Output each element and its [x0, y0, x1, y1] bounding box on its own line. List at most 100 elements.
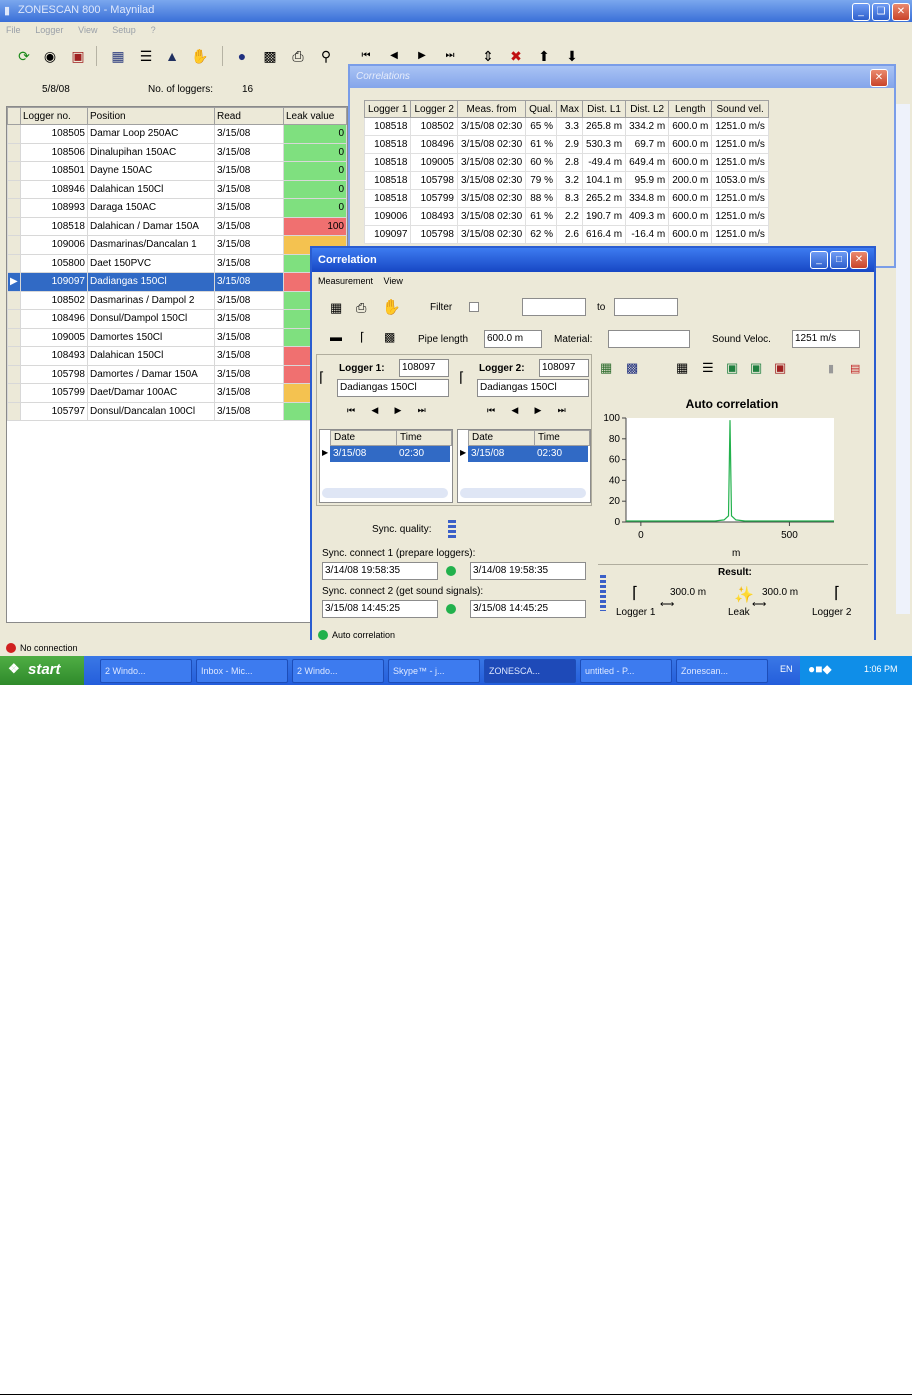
row-indicator[interactable]: [7, 309, 21, 329]
main-scrollbar[interactable]: [896, 104, 910, 614]
row-indicator[interactable]: [7, 346, 21, 366]
correlations-close-button[interactable]: ✕: [870, 69, 888, 87]
ship-icon[interactable]: ▲: [162, 46, 182, 66]
col-logger-no[interactable]: Logger no.: [20, 107, 88, 125]
logger1-date-header[interactable]: Date: [330, 430, 398, 446]
export-icon[interactable]: ▣: [726, 360, 738, 376]
table-row[interactable]: 109005 Damortes 150Cl 3/15/08: [7, 327, 347, 347]
menu-help[interactable]: ?: [151, 25, 156, 35]
close-button[interactable]: ✕: [892, 3, 910, 21]
table-row[interactable]: 108501 Dayne 150AC 3/15/08 0: [7, 161, 347, 181]
table-row[interactable]: 109006 Dasmarinas/Dancalan 1 3/15/08: [7, 235, 347, 255]
row-indicator[interactable]: [7, 161, 21, 181]
row-indicator[interactable]: [7, 327, 21, 347]
chart-icon[interactable]: ▦: [600, 360, 612, 376]
task-zonescan[interactable]: ZONESCA...: [484, 659, 576, 683]
task-zonescan-doc[interactable]: Zonescan...: [676, 659, 768, 683]
next-icon[interactable]: ▶: [535, 405, 542, 415]
table-row[interactable]: 108946 Dalahican 150Cl 3/15/08 0: [7, 179, 347, 199]
table-row[interactable]: 105797 Donsul/Dancalan 100Cl 3/15/08: [7, 401, 347, 421]
arrow-down-icon[interactable]: ⬇: [562, 46, 582, 66]
logger-icon[interactable]: ▣: [68, 46, 88, 66]
filter-checkbox[interactable]: [469, 302, 479, 312]
report-icon[interactable]: ▩: [260, 46, 280, 66]
database-icon[interactable]: ▦: [108, 46, 128, 66]
import-icon[interactable]: ▣: [750, 360, 762, 376]
menu-logger[interactable]: Logger: [35, 25, 63, 35]
logger1-time-header[interactable]: Time: [396, 430, 452, 446]
logger2-time-header[interactable]: Time: [534, 430, 590, 446]
split-icon[interactable]: ▤: [850, 362, 860, 375]
task-inbox[interactable]: Inbox - Mic...: [196, 659, 288, 683]
logger-icon[interactable]: ⌈: [360, 330, 365, 344]
dialog-close-button[interactable]: ✕: [850, 251, 868, 269]
logger2-field[interactable]: 108097: [539, 359, 589, 377]
row-indicator[interactable]: [7, 142, 21, 162]
dialog-maximize-button[interactable]: □: [830, 251, 848, 269]
globe-icon[interactable]: ●: [232, 46, 252, 66]
table-row[interactable]: 108493 Dalahican 150Cl 3/15/08: [7, 346, 347, 366]
last-icon[interactable]: ⏭: [418, 405, 426, 415]
material-field[interactable]: [608, 330, 690, 348]
maximize-button[interactable]: ❑: [872, 3, 890, 21]
prev-icon[interactable]: ◀: [371, 405, 378, 415]
logger1-date-cell[interactable]: 3/15/08: [330, 446, 396, 462]
row-indicator[interactable]: [7, 179, 21, 199]
table-row[interactable]: 105800 Daet 150PVC 3/15/08: [7, 253, 347, 273]
col-leak-value[interactable]: Leak value: [283, 107, 347, 125]
corr-col-header[interactable]: Logger 2: [410, 100, 458, 118]
prev-icon[interactable]: ◀: [511, 405, 518, 415]
corr-col-header[interactable]: Max: [556, 100, 583, 118]
col-position[interactable]: Position: [87, 107, 215, 125]
save-icon[interactable]: ▦: [330, 300, 342, 316]
logger1-scrollbar[interactable]: [322, 488, 448, 498]
grid-icon[interactable]: ▦: [676, 360, 688, 376]
delete-icon[interactable]: ▣: [774, 360, 786, 376]
task-windows-2[interactable]: 2 Windo...: [292, 659, 384, 683]
last-icon[interactable]: ⏭: [558, 405, 566, 415]
sound-veloc-field[interactable]: 1251 m/s: [792, 330, 860, 348]
hand-icon[interactable]: ✋: [190, 46, 210, 66]
tray-icons[interactable]: ●■◆: [808, 662, 832, 676]
bar-chart-icon[interactable]: ▩: [626, 360, 638, 376]
corr-col-header[interactable]: Qual.: [525, 100, 558, 118]
print-icon[interactable]: ⎙: [288, 46, 308, 66]
list-icon[interactable]: ☰: [136, 46, 156, 66]
menu-measurement[interactable]: Measurement: [318, 276, 373, 286]
table-row[interactable]: 109006 108493 3/15/08 02:30 61 % 2.2 190.7 m4…: [363, 207, 769, 226]
logger1-time-cell[interactable]: 02:30: [396, 446, 450, 462]
row-indicator[interactable]: [7, 290, 21, 310]
pin-icon[interactable]: ▮: [828, 362, 834, 375]
pipe-length-field[interactable]: 600.0 m: [484, 330, 542, 348]
logger2-date-header[interactable]: Date: [468, 430, 536, 446]
task-paint[interactable]: untitled - P...: [580, 659, 672, 683]
menu-setup[interactable]: Setup: [112, 25, 136, 35]
col-read[interactable]: Read: [214, 107, 284, 125]
next-icon[interactable]: ▶: [412, 46, 432, 66]
row-indicator[interactable]: ▶: [7, 272, 21, 292]
table-row[interactable]: 108518 Dalahican / Damar 150A 3/15/08 100: [7, 216, 347, 236]
menu-view[interactable]: View: [78, 25, 97, 35]
corr-col-header[interactable]: Sound vel.: [711, 100, 769, 118]
arrow-up-icon[interactable]: ⬆: [534, 46, 554, 66]
row-indicator[interactable]: [7, 253, 21, 273]
corr-col-header[interactable]: Dist. L2: [625, 100, 670, 118]
table-row[interactable]: 108993 Daraga 150AC 3/15/08 0: [7, 198, 347, 218]
row-indicator[interactable]: [7, 383, 21, 403]
table-row[interactable]: 108518 109005 3/15/08 02:30 60 % 2.8 -49.4 m6…: [363, 153, 769, 172]
dialog-minimize-button[interactable]: _: [810, 251, 828, 269]
corr-col-header[interactable]: Length: [668, 100, 713, 118]
filter-from-select[interactable]: [522, 298, 586, 316]
table-row[interactable]: 108496 Donsul/Dampol 150Cl 3/15/08: [7, 309, 347, 329]
eye-icon[interactable]: ◉: [40, 46, 60, 66]
table-row[interactable]: 108506 Dinalupihan 150AC 3/15/08 0: [7, 142, 347, 162]
logger2-time-cell[interactable]: 02:30: [534, 446, 588, 462]
language-indicator[interactable]: EN: [780, 664, 793, 674]
corr-col-header[interactable]: Logger 1: [363, 100, 412, 118]
pipe-icon[interactable]: ▬: [330, 330, 342, 344]
table-row[interactable]: 105799 Daet/Damar 100AC 3/15/08: [7, 383, 347, 403]
row-indicator[interactable]: [7, 216, 21, 236]
magnifier-icon[interactable]: ⚲: [316, 46, 336, 66]
row-indicator[interactable]: [7, 364, 21, 384]
logger2-date-cell[interactable]: 3/15/08: [468, 446, 534, 462]
